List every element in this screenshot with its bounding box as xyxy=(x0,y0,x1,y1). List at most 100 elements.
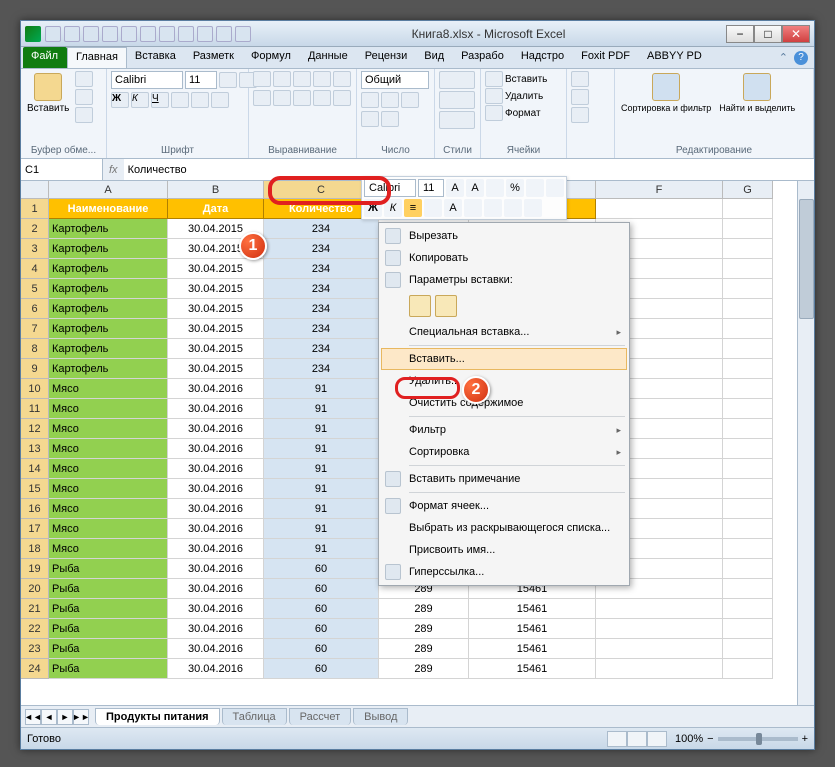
table-header-cell[interactable]: Дата xyxy=(168,199,264,219)
align-top-icon[interactable] xyxy=(253,71,271,87)
tab-formulas[interactable]: Формул xyxy=(243,47,300,68)
cell[interactable] xyxy=(723,619,773,639)
tab-nav-next[interactable]: ► xyxy=(57,709,73,725)
cell[interactable]: Рыба xyxy=(49,659,168,679)
col-header-G[interactable]: G xyxy=(723,181,773,199)
mini-comma-icon[interactable] xyxy=(526,179,544,197)
zoom-out-button[interactable]: − xyxy=(707,733,713,745)
tab-review[interactable]: Рецензи xyxy=(357,47,417,68)
cell[interactable]: Мясо xyxy=(49,459,168,479)
cell[interactable]: Мясо xyxy=(49,499,168,519)
cell[interactable]: 289 xyxy=(379,639,469,659)
qat-save-icon[interactable] xyxy=(45,26,61,42)
row-header[interactable]: 24 xyxy=(21,659,49,679)
cell[interactable]: 30.04.2016 xyxy=(168,399,264,419)
cell[interactable] xyxy=(723,259,773,279)
autosum-icon[interactable] xyxy=(571,71,589,87)
cell[interactable]: 30.04.2016 xyxy=(168,559,264,579)
row-header[interactable]: 9 xyxy=(21,359,49,379)
row-header[interactable]: 22 xyxy=(21,619,49,639)
qat-btn[interactable] xyxy=(178,26,194,42)
currency-icon[interactable] xyxy=(361,92,379,108)
cell[interactable]: 30.04.2016 xyxy=(168,539,264,559)
copy-icon[interactable] xyxy=(75,89,93,105)
format-painter-icon[interactable] xyxy=(75,107,93,123)
cell[interactable]: 30.04.2015 xyxy=(168,279,264,299)
mini-italic-button[interactable]: К xyxy=(384,199,402,217)
wrap-text-icon[interactable] xyxy=(333,71,351,87)
format-cells-icon[interactable] xyxy=(485,105,503,121)
row-header[interactable]: 20 xyxy=(21,579,49,599)
cell[interactable] xyxy=(723,379,773,399)
fill-icon[interactable] xyxy=(571,89,589,105)
qat-btn[interactable] xyxy=(235,26,251,42)
font-color-icon[interactable] xyxy=(211,92,229,108)
format-table-icon[interactable] xyxy=(439,91,475,109)
paste-option-icon[interactable] xyxy=(409,295,431,317)
view-normal-icon[interactable] xyxy=(607,731,627,747)
cell[interactable] xyxy=(723,299,773,319)
cell[interactable]: Мясо xyxy=(49,519,168,539)
orientation-icon[interactable] xyxy=(313,71,331,87)
view-layout-icon[interactable] xyxy=(627,731,647,747)
cell[interactable]: 30.04.2016 xyxy=(168,579,264,599)
font-size-combo[interactable]: 11 xyxy=(185,71,217,89)
cell[interactable]: Мясо xyxy=(49,379,168,399)
row-header[interactable]: 1 xyxy=(21,199,49,219)
cell[interactable]: 234 xyxy=(264,279,379,299)
cell[interactable]: 30.04.2016 xyxy=(168,639,264,659)
cell[interactable]: 30.04.2015 xyxy=(168,299,264,319)
cell[interactable]: 30.04.2016 xyxy=(168,619,264,639)
select-all-corner[interactable] xyxy=(21,181,49,199)
cm-filter[interactable]: Фильтр▸ xyxy=(381,419,627,441)
sort-filter-button[interactable]: Сортировка и фильтр xyxy=(619,71,713,115)
row-header[interactable]: 7 xyxy=(21,319,49,339)
col-header-B[interactable]: B xyxy=(168,181,264,199)
cell[interactable]: Картофель xyxy=(49,339,168,359)
cell[interactable]: 91 xyxy=(264,379,379,399)
name-box[interactable]: C1 xyxy=(21,159,103,180)
cell[interactable]: Мясо xyxy=(49,439,168,459)
cell[interactable] xyxy=(723,359,773,379)
view-break-icon[interactable] xyxy=(647,731,667,747)
cell[interactable]: 30.04.2016 xyxy=(168,499,264,519)
maximize-button[interactable]: □ xyxy=(754,25,782,43)
font-name-combo[interactable]: Calibri xyxy=(111,71,183,89)
mini-currency-icon[interactable] xyxy=(486,179,504,197)
sheet-tab-active[interactable]: Продукты питания xyxy=(95,708,220,725)
indent-inc-icon[interactable] xyxy=(333,90,351,106)
scrollbar-thumb[interactable] xyxy=(799,199,814,319)
mini-shrink-font-icon[interactable]: A xyxy=(466,179,484,197)
zoom-slider[interactable] xyxy=(718,737,798,741)
cell[interactable]: 15461 xyxy=(469,619,596,639)
tab-abbyy[interactable]: ABBYY PD xyxy=(639,47,711,68)
qat-btn[interactable] xyxy=(121,26,137,42)
cm-cut[interactable]: Вырезать xyxy=(381,225,627,247)
table-header-cell[interactable]: Наименование xyxy=(49,199,168,219)
help-icon[interactable]: ? xyxy=(794,51,808,65)
find-select-button[interactable]: Найти и выделить xyxy=(717,71,797,115)
border-icon[interactable] xyxy=(171,92,189,108)
close-button[interactable]: ✕ xyxy=(782,25,810,43)
row-header[interactable]: 13 xyxy=(21,439,49,459)
cell[interactable]: 91 xyxy=(264,499,379,519)
minimize-button[interactable]: − xyxy=(726,25,754,43)
cell[interactable]: 91 xyxy=(264,399,379,419)
cell[interactable]: Картофель xyxy=(49,219,168,239)
cell[interactable]: 15461 xyxy=(469,639,596,659)
col-header-F[interactable]: F xyxy=(596,181,723,199)
cell[interactable] xyxy=(723,199,773,219)
cell[interactable]: 30.04.2016 xyxy=(168,459,264,479)
cell[interactable]: Картофель xyxy=(49,259,168,279)
cell[interactable]: 30.04.2015 xyxy=(168,339,264,359)
align-left-icon[interactable] xyxy=(253,90,271,106)
align-bottom-icon[interactable] xyxy=(293,71,311,87)
mini-inc-decimal-icon[interactable] xyxy=(484,199,502,217)
cell[interactable] xyxy=(723,219,773,239)
cell[interactable] xyxy=(723,439,773,459)
cell[interactable] xyxy=(723,639,773,659)
paste-button[interactable]: Вставить xyxy=(25,71,71,116)
cell[interactable] xyxy=(723,339,773,359)
cm-format-cells[interactable]: Формат ячеек... xyxy=(381,495,627,517)
clear-icon[interactable] xyxy=(571,107,589,123)
